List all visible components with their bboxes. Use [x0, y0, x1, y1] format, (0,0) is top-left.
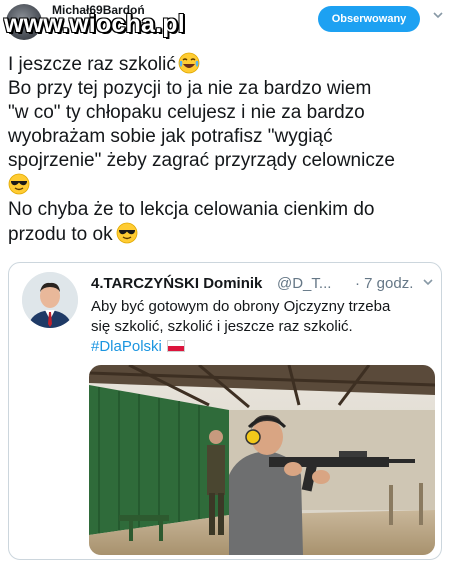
- sunglasses-emoji: [116, 222, 137, 244]
- chevron-down-icon[interactable]: [423, 277, 433, 287]
- watermark: www.wiocha.pl: [4, 10, 185, 38]
- quoted-author-handle[interactable]: @D_T...: [277, 275, 331, 292]
- tweet-line: Bo przy tej pozycji to ja nie za bardzo …: [8, 78, 372, 99]
- tweet-line: No chyba że to lekcja celowania cienkim …: [8, 199, 375, 220]
- shooting-range-photo[interactable]: [89, 365, 435, 555]
- follow-button[interactable]: Obserwowany: [318, 6, 420, 32]
- poland-flag-icon: [166, 340, 185, 352]
- tweet-header: Michał69Bardoń www.wiocha.pl Obserwowany: [0, 0, 450, 44]
- quoted-author-avatar[interactable]: [22, 272, 78, 328]
- chevron-down-icon[interactable]: [433, 10, 443, 20]
- tweet-line: I jeszcze raz szkolić: [8, 52, 446, 77]
- quoted-line: Aby być gotowym do obrony Ojczyzny trzeb…: [91, 298, 391, 315]
- tweet-text: I jeszcze raz szkolić Bo przy tej pozycj…: [8, 52, 446, 247]
- tweet-line: przodu to ok: [8, 222, 446, 247]
- quoted-line: #DlaPolski: [91, 337, 431, 357]
- quoted-tweet[interactable]: 4.TARCZYŃSKI Dominik @D_T... · 7 godz. A…: [8, 262, 442, 560]
- tears-of-joy-emoji: [178, 52, 200, 74]
- tweet-line: spojrzenie" żeby zagrać przyrządy celown…: [8, 150, 395, 171]
- tweet-line: "w co" ty chłopaku celujesz i nie za bar…: [8, 102, 365, 123]
- tweet-line: wyobrażam sobie jak potrafisz "wygiąć: [8, 126, 333, 147]
- quoted-tweet-text: Aby być gotowym do obrony Ojczyzny trzeb…: [91, 297, 431, 357]
- sunglasses-emoji: [8, 173, 30, 195]
- quoted-author-name[interactable]: 4.TARCZYŃSKI Dominik: [91, 275, 262, 292]
- quoted-line: się szkolić, szkolić i jeszcze raz szkol…: [91, 318, 353, 335]
- hashtag-link[interactable]: #DlaPolski: [91, 338, 162, 355]
- tweet-line: [8, 173, 446, 198]
- quoted-timestamp[interactable]: · 7 godz.: [355, 275, 413, 292]
